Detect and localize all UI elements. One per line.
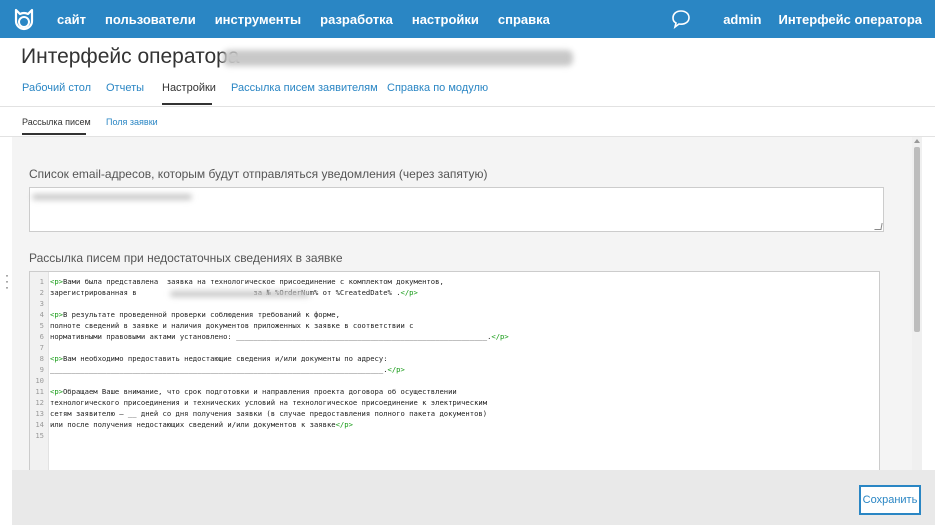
code-text: Вам необходимо предоставить недостающие …	[62, 354, 388, 363]
code-line[interactable]: 14 или после получения недостающих сведен…	[30, 419, 879, 430]
code-text: сетям заявителю – __ дней со дня получен…	[50, 409, 488, 418]
redacted-emails	[32, 194, 192, 200]
line-number: 13	[35, 409, 44, 418]
code-line[interactable]: 3	[30, 298, 879, 309]
main-tabs: Рабочий стол Отчеты Настройки Рассылка п…	[0, 72, 935, 107]
line-number: 2	[39, 288, 44, 297]
redacted-title-part	[223, 50, 573, 66]
code-line[interactable]: 13 сетям заявителю – __ дней со дня получ…	[30, 408, 879, 419]
code-line[interactable]: 9 _______________________________________…	[30, 364, 879, 375]
line-number: 6	[39, 332, 44, 341]
html-code-editor[interactable]: 1 <p>Вами была представлена заявка на тех…	[29, 271, 880, 470]
save-button[interactable]: Сохранить	[859, 485, 921, 515]
sub-tabs: Рассылка писем Поля заявки	[0, 106, 935, 137]
line-number: 15	[35, 431, 44, 440]
code-text: ________________________________________…	[236, 332, 488, 341]
user-menu[interactable]: admin	[723, 12, 761, 27]
settings-panel: Список email-адресов, которым будут отпр…	[12, 137, 912, 470]
nav-help[interactable]: справка	[498, 12, 550, 27]
code-text: ________________________________________…	[50, 365, 388, 374]
scrollbar-thumb[interactable]	[914, 147, 920, 332]
line-number: 1	[39, 277, 44, 286]
active-tab-underline	[162, 103, 212, 105]
code-tag: </p>	[491, 332, 509, 341]
email-list-input[interactable]	[29, 187, 884, 232]
code-content[interactable]: 1 <p>Вами была представлена заявка на тех…	[30, 276, 879, 441]
subtab-mailing[interactable]: Рассылка писем	[22, 117, 91, 127]
code-line[interactable]: 1 <p>Вами была представлена заявка на тех…	[30, 276, 879, 287]
code-line[interactable]: 2 зарегистрированная в за № %OrderNum% от…	[30, 287, 879, 298]
line-number: 9	[39, 365, 44, 374]
code-line[interactable]: 11 <p>Обращаем Ваше внимание, что срок по…	[30, 386, 879, 397]
top-nav-bar: сайт пользователи инструменты разработка…	[0, 0, 935, 38]
code-text: нормативными правовыми актами установлен…	[50, 332, 237, 341]
line-number: 3	[39, 299, 44, 308]
app-name[interactable]: Интерфейс оператора	[778, 12, 922, 27]
scroll-up-icon[interactable]	[914, 139, 920, 143]
line-number: 5	[39, 321, 44, 330]
line-number: 12	[35, 398, 44, 407]
code-text: технологического присоединения и техниче…	[50, 398, 488, 407]
code-line[interactable]: 5 полноте сведений в заявке и наличия док…	[30, 320, 879, 331]
code-text: Обращаем Ваше внимание, что срок подгото…	[62, 387, 457, 396]
resize-handle-icon[interactable]	[874, 223, 883, 230]
tab-module-help[interactable]: Справка по модулю	[387, 82, 488, 94]
top-nav: сайт пользователи инструменты разработка…	[57, 0, 569, 38]
code-tag: <p>	[50, 277, 63, 286]
redacted-registration	[170, 291, 310, 297]
active-subtab-underline	[22, 133, 86, 135]
code-tag: <p>	[50, 354, 63, 363]
code-text: зарегистрированная в	[50, 288, 141, 297]
line-number: 14	[35, 420, 44, 429]
tab-desktop[interactable]: Рабочий стол	[22, 82, 91, 94]
nav-site[interactable]: сайт	[57, 12, 86, 27]
code-line[interactable]: 4 <p>В результате проведенной проверки со…	[30, 309, 879, 320]
tab-settings[interactable]: Настройки	[162, 82, 216, 94]
code-line[interactable]: 6 нормативными правовыми актами установле…	[30, 331, 879, 342]
code-tag: <p>	[50, 387, 63, 396]
code-tag: </p>	[400, 288, 418, 297]
cat-logo-icon[interactable]	[12, 7, 36, 31]
code-line[interactable]: 10	[30, 375, 879, 386]
code-text: полноте сведений в заявке и наличия доку…	[50, 321, 414, 330]
line-number: 8	[39, 354, 44, 363]
page-title: Интерфейс оператора	[21, 45, 240, 68]
vertical-scrollbar[interactable]	[912, 137, 922, 470]
nav-development[interactable]: разработка	[320, 12, 393, 27]
code-text: Вами была представлена заявка на техноло…	[62, 277, 444, 286]
code-line[interactable]: 12 технологического присоединения и техни…	[30, 397, 879, 408]
line-number: 4	[39, 310, 44, 319]
code-text: или после получения недостающих сведений…	[50, 420, 336, 429]
mailing-label: Рассылка писем при недостаточных сведени…	[29, 251, 343, 265]
line-number: 7	[39, 343, 44, 352]
line-number: 11	[35, 387, 44, 396]
code-text: В результате проведенной проверки соблюд…	[62, 310, 340, 319]
code-tag: </p>	[335, 420, 353, 429]
tab-mailing[interactable]: Рассылка писем заявителям	[231, 82, 378, 94]
nav-settings[interactable]: настройки	[412, 12, 479, 27]
code-line[interactable]: 8 <p>Вам необходимо предоставить недостаю…	[30, 353, 879, 364]
nav-users[interactable]: пользователи	[105, 12, 196, 27]
chat-icon[interactable]	[671, 9, 691, 29]
code-line[interactable]: 7	[30, 342, 879, 353]
code-tag: </p>	[387, 365, 405, 374]
code-line[interactable]: 15	[30, 430, 879, 441]
email-list-label: Список email-адресов, которым будут отпр…	[29, 167, 488, 181]
drag-handle-icon[interactable]: · · ·	[5, 269, 9, 293]
code-tag: <p>	[50, 310, 63, 319]
footer-bar	[12, 470, 935, 525]
nav-tools[interactable]: инструменты	[215, 12, 301, 27]
tab-reports[interactable]: Отчеты	[106, 82, 144, 94]
line-number: 10	[35, 376, 44, 385]
top-right: admin Интерфейс оператора	[671, 0, 922, 38]
subtab-fields[interactable]: Поля заявки	[106, 117, 158, 127]
